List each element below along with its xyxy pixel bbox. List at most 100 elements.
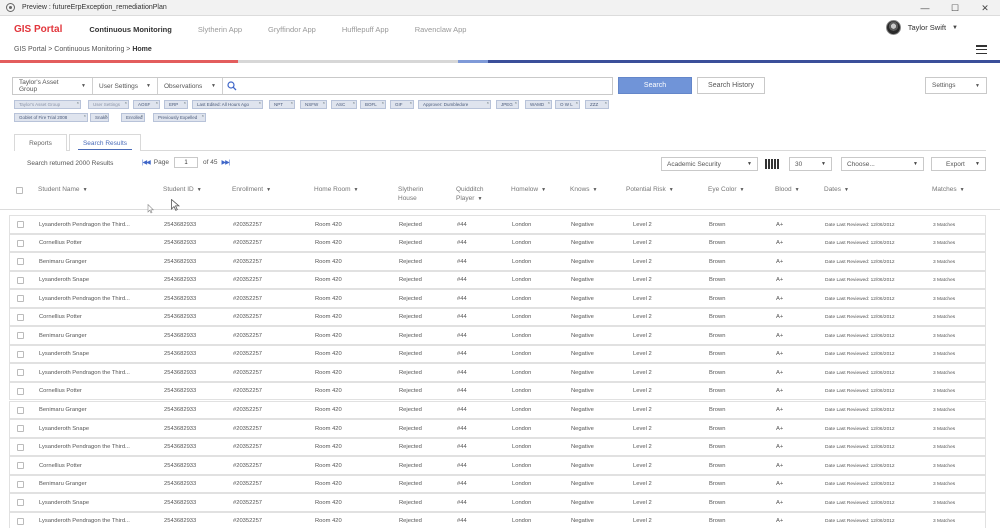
remove-tag-icon[interactable]: × [487,100,489,105]
last-page-icon[interactable]: ▶▶| [221,159,230,166]
filter-tag[interactable]: BOFL × [360,100,386,109]
remove-tag-icon[interactable]: × [259,100,261,105]
remove-tag-icon[interactable]: × [105,113,107,118]
remove-tag-icon[interactable]: × [156,100,158,105]
col-dates[interactable]: Dates ▼ [824,186,849,195]
row-checkbox[interactable] [17,387,24,395]
filter-tag[interactable]: JPEG × [496,100,519,109]
cell-student-name[interactable]: Lysanderoth Snape [39,426,89,432]
col-knows[interactable]: Knows ▼ [570,186,597,195]
breadcrumb-item-gis-portal[interactable]: GIS Portal [14,46,46,53]
minimize-icon[interactable]: — [910,0,940,16]
table-row[interactable]: Benimaru Granger 2543682933 #20352257 Room … [9,474,986,494]
col-home-room[interactable]: Home Room ▼ [314,186,358,195]
row-checkbox[interactable] [17,499,24,507]
col-blood[interactable]: Blood ▼ [775,186,800,195]
row-checkbox[interactable] [17,239,24,247]
remove-tag-icon[interactable]: × [125,100,127,105]
remove-tag-icon[interactable]: × [323,100,325,105]
search-button[interactable]: Search [618,77,692,94]
row-checkbox[interactable] [17,350,24,358]
filter-tag[interactable]: Previously Expelled × [153,113,206,122]
remove-tag-icon[interactable]: × [202,113,204,118]
security-filter-dropdown[interactable]: Academic Security ▼ [661,157,758,171]
cell-student-name[interactable]: Benimaru Granger [39,481,87,487]
brand-logo[interactable]: GIS Portal [14,24,62,35]
cell-student-name[interactable]: Lysanderoth Pendragon the Third... [39,370,130,376]
row-checkbox[interactable] [17,276,24,284]
row-checkbox[interactable] [17,369,24,377]
row-checkbox[interactable] [17,425,24,433]
row-checkbox[interactable] [17,443,24,451]
remove-tag-icon[interactable]: × [291,100,293,105]
select-all-checkbox[interactable] [16,187,23,194]
row-checkbox[interactable] [17,480,24,488]
table-row[interactable]: Lysanderoth Snape 2543682933 #20352257 Room… [9,344,986,364]
user-menu[interactable]: Taylor Swift ▼ [885,20,958,35]
breadcrumb-item-continuous-monitoring[interactable]: Continuous Monitoring [54,46,124,53]
filter-tag[interactable]: Taylor's Asset Group × [14,100,81,109]
cell-student-name[interactable]: Cornellius Potter [39,240,82,246]
cell-student-name[interactable]: Lysanderoth Snape [39,351,89,357]
cell-student-name[interactable]: Cornellius Potter [39,463,82,469]
cell-student-name[interactable]: Lysanderoth Pendragon the Third... [39,444,130,450]
row-checkbox[interactable] [17,462,24,470]
table-row[interactable]: Cornellius Potter 2543682933 #20352257 Room… [9,381,986,401]
cell-student-name[interactable]: Lysanderoth Snape [39,277,89,283]
remove-tag-icon[interactable]: × [141,113,143,118]
remove-tag-icon[interactable]: × [576,100,578,105]
filter-tag[interactable]: Goblet of Fire Trial 2008 × [14,113,88,122]
cell-student-name[interactable]: Benimaru Granger [39,407,87,413]
filter-tag[interactable]: WAMD × [525,100,552,109]
row-checkbox[interactable] [17,332,24,340]
per-page-dropdown[interactable]: 30 ▼ [789,157,832,171]
cell-student-name[interactable]: Lysanderoth Pendragon the Third... [39,518,130,524]
row-checkbox[interactable] [17,517,24,525]
col-enrollment[interactable]: Enrollment ▼ [232,186,271,195]
nav-tab-hufflepuff-app[interactable]: Hufflepuff App [342,25,389,34]
remove-tag-icon[interactable]: × [77,100,79,105]
col-potential-risk[interactable]: Potential Risk ▼ [626,186,674,195]
nav-tab-ravenclaw-app[interactable]: Ravenclaw App [415,25,467,34]
filter-tag[interactable]: ASC × [331,100,357,109]
col-slytherin-house[interactable]: Slytherin House [398,186,438,203]
page-number-input[interactable]: 1 [173,157,198,168]
row-checkbox[interactable] [17,295,24,303]
table-row[interactable]: Lysanderoth Snape 2543682933 #20352257 Room… [9,419,986,438]
tab-reports[interactable]: Reports [14,134,67,151]
filter-tag[interactable]: GIF × [390,100,414,109]
nav-tab-slytherin-app[interactable]: Slytherin App [198,25,242,34]
cell-student-name[interactable]: Lysanderoth Snape [39,500,89,506]
filter-tag[interactable]: Last Edited: All Hours Ago × [192,100,263,109]
filter-tag[interactable]: Enrolled × [121,113,145,122]
table-row[interactable]: Lysanderoth Pendragon the Third... 254368… [9,363,986,382]
cell-student-name[interactable]: Benimaru Granger [39,333,87,339]
settings-dropdown[interactable]: Settings ▼ [925,77,987,94]
filter-tag[interactable]: NPT × [269,100,295,109]
choose-dropdown[interactable]: Choose... ▼ [841,157,924,171]
remove-tag-icon[interactable]: × [548,100,550,105]
filter-tag[interactable]: NSFW × [300,100,327,109]
filter-tag[interactable]: Snake × [90,113,109,122]
maximize-icon[interactable]: ☐ [940,0,970,16]
filter-tag[interactable]: ZZZ × [585,100,609,109]
cell-student-name[interactable]: Lysanderoth Pendragon the Third... [39,296,130,302]
row-checkbox[interactable] [17,406,24,414]
col-homelow[interactable]: Homelow ▼ [511,186,546,195]
table-row[interactable]: Benimaru Granger 2543682933 #20352257 Room … [9,252,986,271]
nav-tab-continuous-monitoring[interactable]: Continuous Monitoring [89,25,171,34]
remove-tag-icon[interactable]: × [84,113,86,118]
filter-tag[interactable]: O W L × [555,100,580,109]
cell-student-name[interactable]: Cornellius Potter [39,388,82,394]
table-row[interactable]: Benimaru Granger 2543682933 #20352257 Room … [9,400,986,419]
search-input[interactable] [241,78,612,94]
table-row[interactable]: Cornellius Potter 2543682933 #20352257 Room… [9,456,986,475]
filter-tag[interactable]: AOSF × [133,100,160,109]
user-settings-dropdown[interactable]: User Settings ▼ [93,78,158,94]
table-row[interactable]: Cornellius Potter 2543682933 #20352257 Room… [9,307,986,327]
table-row[interactable]: Cornellius Potter 2543682933 #20352257 Room… [9,233,986,253]
tab-search-results[interactable]: Search Results [69,134,141,151]
table-row[interactable]: Lysanderoth Pendragon the Third... 254368… [9,215,986,234]
col-matches[interactable]: Matches ▼ [932,186,965,195]
observations-dropdown[interactable]: Observations ▼ [158,78,223,94]
